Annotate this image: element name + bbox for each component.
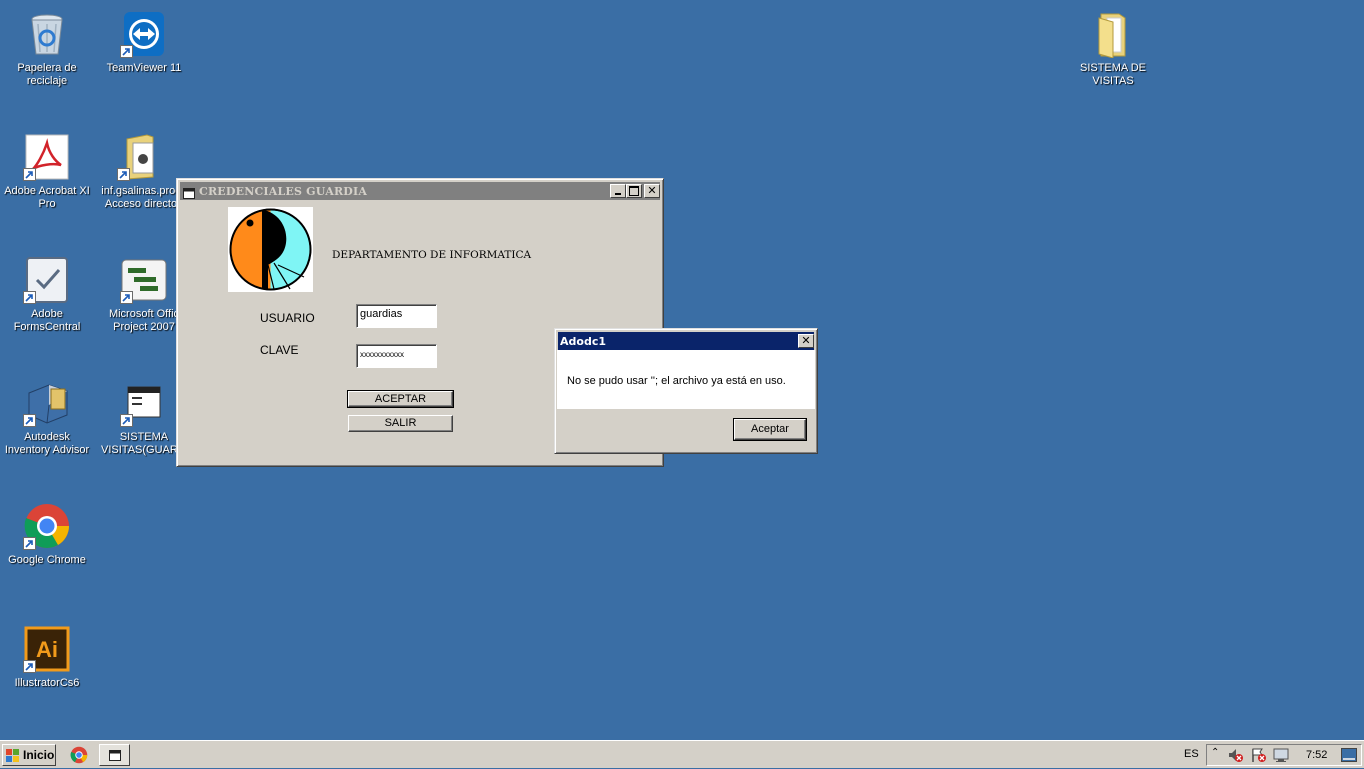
- desktop-icon-label: Autodesk Inventory Advisor: [4, 431, 90, 456]
- taskbar: Inicio ES ⌃ 7:52: [0, 740, 1364, 768]
- title-bar[interactable]: CREDENCIALES GUARDIA ✕: [180, 182, 660, 200]
- desktop-icon-recycle-bin[interactable]: Papelera de reciclaje: [0, 4, 95, 88]
- desktop-icon-label: Adobe FormsCentral: [13, 308, 81, 333]
- app-window-icon: [120, 379, 168, 427]
- desktop-icon-label: IllustratorCs6: [14, 677, 80, 689]
- alert-title-bar[interactable]: Adodc1 ✕: [558, 332, 814, 350]
- shortcut-arrow-icon: [23, 414, 36, 427]
- shortcut-arrow-icon: [117, 168, 130, 181]
- ms-project-icon: [120, 256, 168, 304]
- app-window-icon: [108, 749, 121, 761]
- chrome-icon: [23, 502, 71, 550]
- maximize-icon: [629, 186, 639, 196]
- close-button[interactable]: ✕: [644, 184, 660, 198]
- shortcut-arrow-icon: [23, 537, 36, 550]
- desktop-icon-label: Papelera de reciclaje: [17, 62, 77, 87]
- svg-text:Ai: Ai: [36, 637, 58, 662]
- window-app-icon: [183, 186, 195, 199]
- alert-message: No se pudo usar ''; el archivo ya está e…: [567, 375, 786, 387]
- salir-button[interactable]: SALIR: [348, 415, 453, 432]
- clave-label: CLAVE: [260, 343, 299, 357]
- desktop-icon-label: inf.gsalinas.proc Acceso directo: [101, 185, 181, 210]
- system-tray: ⌃ 7:52: [1206, 744, 1362, 766]
- usuario-field[interactable]: guardias: [356, 304, 437, 328]
- acrobat-icon: [23, 133, 71, 181]
- maximize-button[interactable]: [626, 184, 642, 198]
- desktop-icon-chrome[interactable]: Google Chrome: [0, 496, 95, 567]
- autodesk-icon: [23, 379, 71, 427]
- desktop-icon-autodesk[interactable]: Autodesk Inventory Advisor: [0, 373, 95, 457]
- alert-aceptar-button[interactable]: Aceptar: [733, 418, 807, 441]
- desktop-icon-label: TeamViewer 11: [106, 62, 182, 74]
- formscentral-icon: [23, 256, 71, 304]
- desktop-icon-label: Google Chrome: [8, 554, 86, 566]
- folder-shortcut-icon: [117, 133, 165, 181]
- action-center-icon[interactable]: [1250, 747, 1266, 763]
- volume-muted-icon[interactable]: [1227, 747, 1243, 763]
- start-button[interactable]: Inicio: [2, 744, 56, 766]
- shortcut-arrow-icon: [23, 168, 36, 181]
- desktop-icon-acrobat[interactable]: Adobe Acrobat XI Pro: [0, 127, 95, 211]
- recycle-bin-icon: [23, 10, 71, 58]
- window-title: CREDENCIALES GUARDIA: [199, 184, 368, 198]
- desktop-icon-teamviewer[interactable]: TeamViewer 11: [96, 4, 192, 75]
- clave-field[interactable]: xxxxxxxxxxx: [356, 344, 437, 368]
- language-indicator[interactable]: ES: [1184, 748, 1199, 760]
- shortcut-arrow-icon: [23, 660, 36, 673]
- usuario-label: USUARIO: [260, 311, 315, 325]
- shortcut-arrow-icon: [120, 45, 133, 58]
- teamviewer-icon: [120, 10, 168, 58]
- desktop-icon-inf-gsalinas[interactable]: inf.gsalinas.proc Acceso directo: [93, 127, 189, 211]
- desktop-icon-sistema-de-visitas[interactable]: SISTEMA DE VISITAS: [1065, 4, 1161, 88]
- network-icon[interactable]: [1273, 747, 1289, 763]
- folder-icon: [1089, 10, 1137, 59]
- taskbar-chrome-button[interactable]: [70, 746, 90, 766]
- alert-title: Adodc1: [560, 334, 606, 348]
- show-hidden-icons-icon[interactable]: ⌃: [1211, 747, 1219, 758]
- clock[interactable]: 7:52: [1306, 749, 1327, 761]
- alert-dialog: Adodc1 ✕ No se pudo usar ''; el archivo …: [554, 328, 818, 454]
- close-icon: ✕: [801, 335, 811, 347]
- minimize-button[interactable]: [610, 184, 626, 198]
- alert-close-button[interactable]: ✕: [798, 334, 814, 348]
- taskbar-app-button[interactable]: [99, 744, 130, 766]
- close-icon: ✕: [647, 185, 657, 197]
- desktop-icon-illustrator[interactable]: Ai IllustratorCs6: [0, 619, 95, 690]
- show-desktop-icon[interactable]: [1341, 748, 1357, 762]
- shortcut-arrow-icon: [120, 291, 133, 304]
- desktop-icon-label: SISTEMA DE VISITAS: [1079, 62, 1147, 87]
- chrome-icon: [70, 746, 88, 764]
- shortcut-arrow-icon: [23, 291, 36, 304]
- start-label: Inicio: [23, 748, 55, 762]
- shortcut-arrow-icon: [120, 414, 133, 427]
- alert-message-area: No se pudo usar ''; el archivo ya está e…: [557, 350, 815, 409]
- illustrator-icon: Ai: [23, 625, 71, 673]
- department-logo: [228, 207, 313, 292]
- minimize-icon: [615, 193, 621, 195]
- aceptar-button[interactable]: ACEPTAR: [347, 390, 454, 408]
- department-title: DEPARTAMENTO DE INFORMATICA: [332, 249, 532, 261]
- windows-logo-icon: [6, 748, 20, 762]
- desktop-icon-label: Adobe Acrobat XI Pro: [4, 185, 90, 210]
- desktop-icon-formscentral[interactable]: Adobe FormsCentral: [0, 250, 95, 334]
